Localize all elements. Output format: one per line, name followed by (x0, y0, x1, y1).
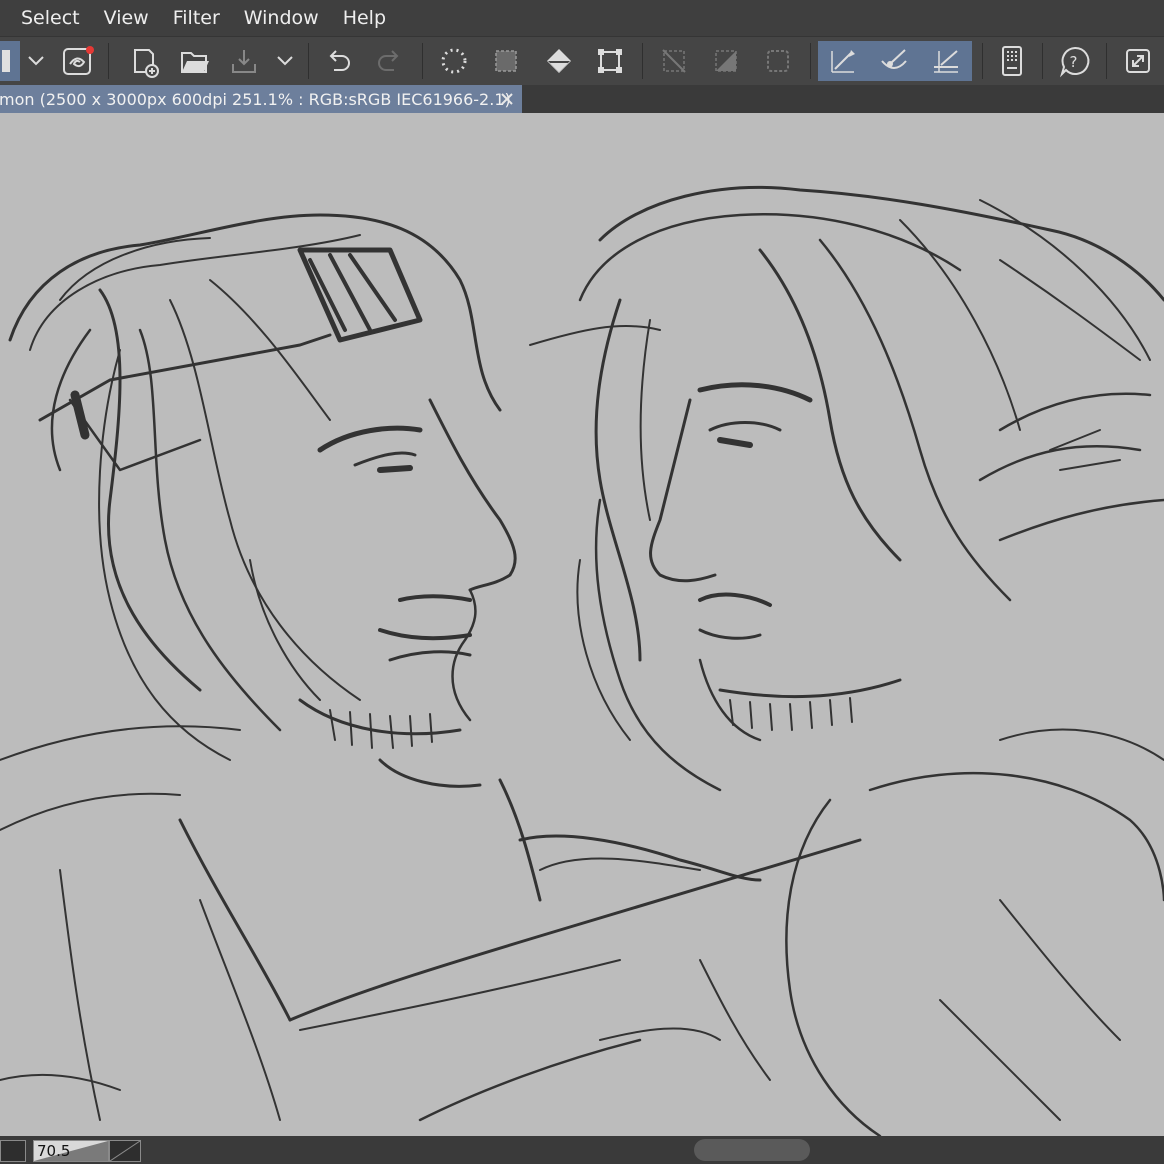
invert-selection-button[interactable] (706, 41, 746, 81)
menu-bar: Select View Filter Window Help (0, 0, 1164, 36)
save-icon (232, 50, 256, 73)
menu-select[interactable]: Select (21, 7, 80, 29)
select-all-icon (495, 50, 517, 72)
select-all-button[interactable] (486, 41, 526, 81)
invert-selection-icon (715, 50, 737, 72)
companion-button[interactable] (56, 41, 98, 81)
swirl-icon (63, 46, 94, 75)
menu-window[interactable]: Window (244, 7, 319, 29)
new-file-icon (134, 49, 159, 78)
chevron-down-icon (277, 56, 293, 66)
transform-icon (598, 49, 622, 73)
menu-view[interactable]: View (104, 7, 149, 29)
lasso-icon (441, 48, 467, 74)
status-bar: 70.5 (0, 1136, 1164, 1164)
selection-border-button[interactable] (758, 41, 798, 81)
help-button[interactable]: ? (1054, 41, 1096, 81)
redo-button[interactable] (370, 41, 410, 81)
undo-button[interactable] (318, 41, 358, 81)
drawing-canvas[interactable] (0, 113, 1164, 1136)
svg-text:?: ? (1070, 53, 1078, 71)
pen-pressure-button[interactable] (818, 41, 868, 81)
sketch-artwork (0, 186, 1164, 1136)
pen-pressure-icon (831, 50, 855, 73)
zoom-slope-icon (110, 1141, 140, 1161)
open-folder-icon (181, 52, 209, 73)
redo-icon (378, 50, 399, 71)
fullscreen-button[interactable] (1118, 41, 1158, 81)
fullscreen-icon (1126, 49, 1150, 73)
zoom-field[interactable]: 70.5 (33, 1140, 109, 1162)
document-tab-bar: mon (2500 x 3000px 600dpi 251.1% : RGB:s… (0, 85, 1164, 113)
tablet-button[interactable] (992, 41, 1032, 81)
close-icon[interactable] (498, 90, 516, 108)
brush-mode-button[interactable] (868, 41, 920, 81)
tablet-icon (1002, 46, 1022, 76)
document-tab[interactable]: mon (2500 x 3000px 600dpi 251.1% : RGB:s… (0, 85, 522, 113)
help-icon: ? (1059, 46, 1090, 78)
ruler-snap-icon (934, 50, 958, 73)
undo-icon (329, 50, 350, 71)
ruler-snap-button[interactable] (920, 41, 972, 81)
horizontal-scrollbar[interactable] (694, 1139, 810, 1161)
menu-filter[interactable]: Filter (173, 7, 220, 29)
save-dropdown-button[interactable] (270, 41, 300, 81)
fill-icon (547, 49, 571, 73)
brush-icon (881, 49, 907, 69)
fill-button[interactable] (538, 41, 580, 81)
command-bar: ? (0, 36, 1164, 85)
deselect-button[interactable] (654, 41, 694, 81)
deselect-icon (662, 49, 686, 73)
layer-button[interactable] (0, 41, 20, 81)
document-title: mon (2500 x 3000px 600dpi 251.1% : RGB:s… (0, 89, 511, 109)
new-file-button[interactable] (124, 41, 164, 81)
layer-icon (2, 50, 10, 72)
zoom-value: 70.5 (37, 1142, 71, 1160)
save-button[interactable] (224, 41, 264, 81)
menu-help[interactable]: Help (343, 7, 386, 29)
transform-button[interactable] (590, 41, 630, 81)
auto-select-button[interactable] (434, 41, 474, 81)
layer-dropdown-button[interactable] (22, 41, 50, 81)
selection-border-icon (767, 50, 789, 72)
zoom-slider-box[interactable] (109, 1140, 141, 1162)
zoom-out-box[interactable] (0, 1140, 26, 1162)
chevron-down-icon (28, 56, 44, 66)
open-file-button[interactable] (174, 41, 214, 81)
